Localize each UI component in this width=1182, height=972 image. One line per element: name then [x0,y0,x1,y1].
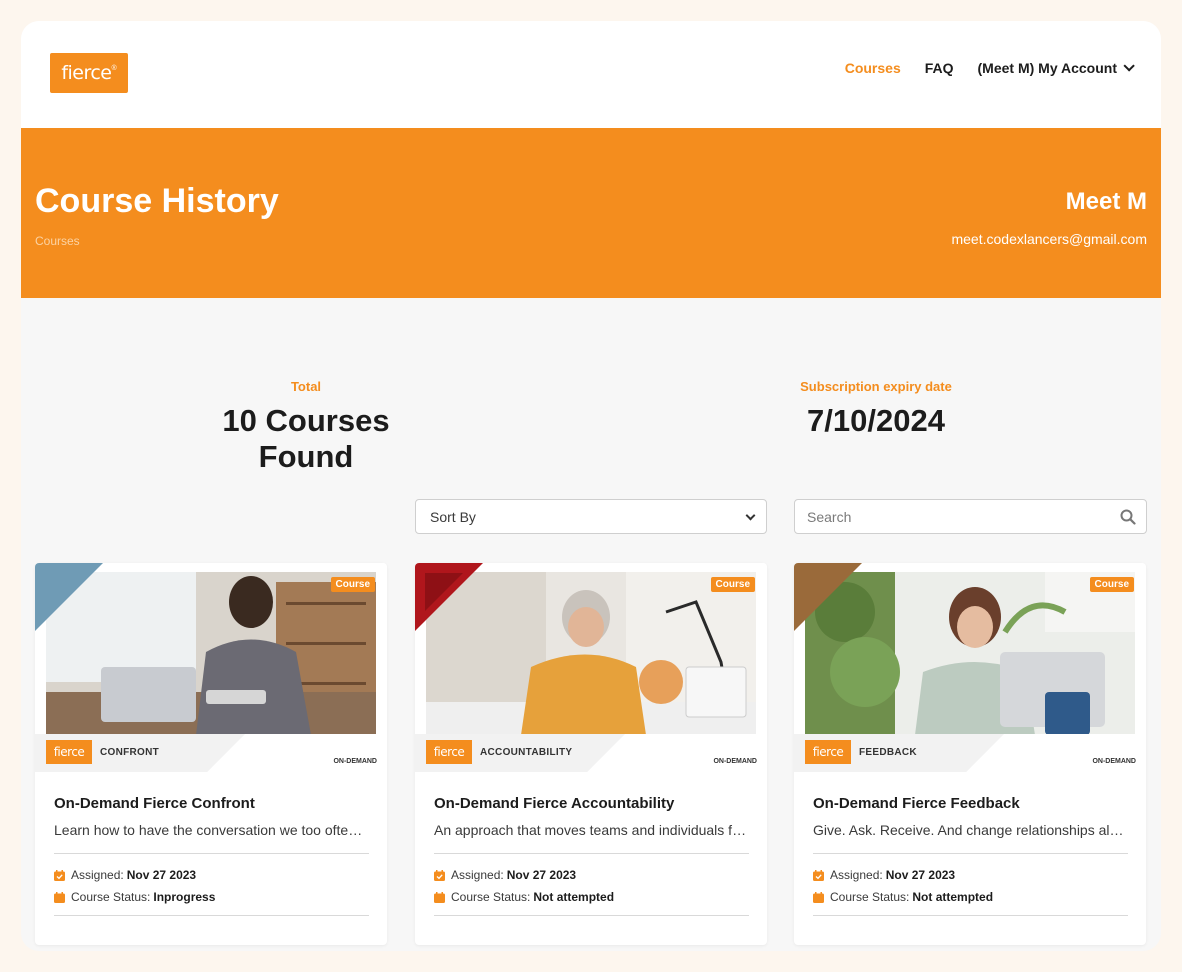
course-card-confront[interactable]: Course fierce CONFRONT ON-DEMAND On-Dema… [35,563,387,945]
nav-account-menu[interactable]: (Meet M) My Account [977,60,1135,76]
assigned-row: Assigned: Nov 27 2023 [813,868,955,882]
course-thumbnail[interactable]: Course [35,563,387,743]
course-status: Not attempted [533,890,615,904]
search-box [794,499,1147,534]
calendar-icon [434,891,445,903]
status-row: Course Status: Inprogress [54,890,215,904]
assigned-label: Assigned: [451,868,504,882]
assigned-row: Assigned: Nov 27 2023 [434,868,576,882]
main-nav: Courses FAQ (Meet M) My Account [821,60,1135,76]
divider [434,915,749,916]
app-frame: fierce ® Courses FAQ (Meet M) My Account … [21,21,1161,951]
program-name: ACCOUNTABILITY [480,747,573,758]
calendar-icon [813,891,824,903]
divider [813,915,1128,916]
expiry-value: 7/10/2024 [807,403,945,438]
corner-accent [794,563,862,631]
brand-strip: fierce FEEDBACK ON-DEMAND [794,734,1146,772]
search-icon[interactable] [1120,509,1136,525]
total-value: 10 Courses Found [222,403,390,474]
chevron-down-icon [1123,60,1135,72]
fierce-mini-logo: fierce [46,740,92,764]
calendar-check-icon [434,869,445,881]
fierce-mini-logo: fierce [426,740,472,764]
divider [434,853,749,854]
page-title: Course History [35,182,279,220]
sort-by-select[interactable]: Sort By [415,499,767,534]
nav-courses-link[interactable]: Courses [845,60,901,76]
chevron-down-icon [745,510,756,521]
course-card-feedback[interactable]: Course fierce FEEDBACK ON-DEMAND On-Dema… [794,563,1146,945]
search-input[interactable] [795,500,1095,533]
nav-faq-link[interactable]: FAQ [925,60,954,76]
calendar-check-icon [54,869,65,881]
brand-strip: fierce CONFRONT ON-DEMAND [35,734,387,772]
course-thumbnail[interactable]: Course [415,563,767,743]
program-name: CONFRONT [100,747,160,758]
status-row: Course Status: Not attempted [434,890,614,904]
brand-strip: fierce ACCOUNTABILITY ON-DEMAND [415,734,767,772]
calendar-icon [54,891,65,903]
account-label: (Meet M) My Account [977,60,1117,76]
course-type-badge: Course [330,577,375,592]
sort-by-value: Sort By [430,508,476,525]
assigned-label: Assigned: [71,868,124,882]
divider [54,853,369,854]
course-description: Give. Ask. Receive. And change relations… [813,822,1127,838]
status-row: Course Status: Not attempted [813,890,993,904]
calendar-check-icon [813,869,824,881]
logo-text: fierce [61,62,112,84]
corner-accent [415,563,483,631]
page-header-banner: Course History Courses Meet M meet.codex… [21,128,1161,298]
on-demand-tag: ON-DEMAND [713,758,757,765]
fierce-logo[interactable]: fierce ® [50,53,128,93]
user-email: meet.codexlancers@gmail.com [951,231,1147,247]
assigned-date: Nov 27 2023 [506,868,577,882]
course-status: Inprogress [153,890,216,904]
course-card-accountability[interactable]: Course fierce ACCOUNTABILITY ON-DEMAND O… [415,563,767,945]
total-label: Total [290,379,322,394]
course-title[interactable]: On-Demand Fierce Feedback [813,795,1020,812]
course-status: Not attempted [912,890,994,904]
assigned-row: Assigned: Nov 27 2023 [54,868,196,882]
registered-mark-icon: ® [111,64,117,72]
divider [54,915,369,916]
program-name: FEEDBACK [859,747,917,758]
status-label: Course Status: [71,890,151,904]
breadcrumb[interactable]: Courses [35,234,80,248]
course-description: Learn how to have the conversation we to… [54,822,368,838]
course-title[interactable]: On-Demand Fierce Confront [54,795,255,812]
assigned-label: Assigned: [830,868,883,882]
subscription-expiry-stat: Subscription expiry date 7/10/2024 [746,379,1006,439]
total-courses-stat: Total 10 Courses Found [171,379,441,475]
on-demand-tag: ON-DEMAND [333,758,377,765]
course-thumbnail[interactable]: Course [794,563,1146,743]
corner-accent [35,563,103,631]
course-title[interactable]: On-Demand Fierce Accountability [434,795,674,812]
assigned-date: Nov 27 2023 [126,868,197,882]
assigned-date: Nov 27 2023 [885,868,956,882]
expiry-label: Subscription expiry date [800,379,952,394]
top-navbar: fierce ® Courses FAQ (Meet M) My Account [21,21,1161,128]
status-label: Course Status: [451,890,531,904]
status-label: Course Status: [830,890,910,904]
course-description: An approach that moves teams and individ… [434,822,748,838]
on-demand-tag: ON-DEMAND [1092,758,1136,765]
user-name: Meet M [1065,188,1147,215]
fierce-mini-logo: fierce [805,740,851,764]
divider [813,853,1128,854]
course-type-badge: Course [1089,577,1134,592]
course-type-badge: Course [710,577,755,592]
